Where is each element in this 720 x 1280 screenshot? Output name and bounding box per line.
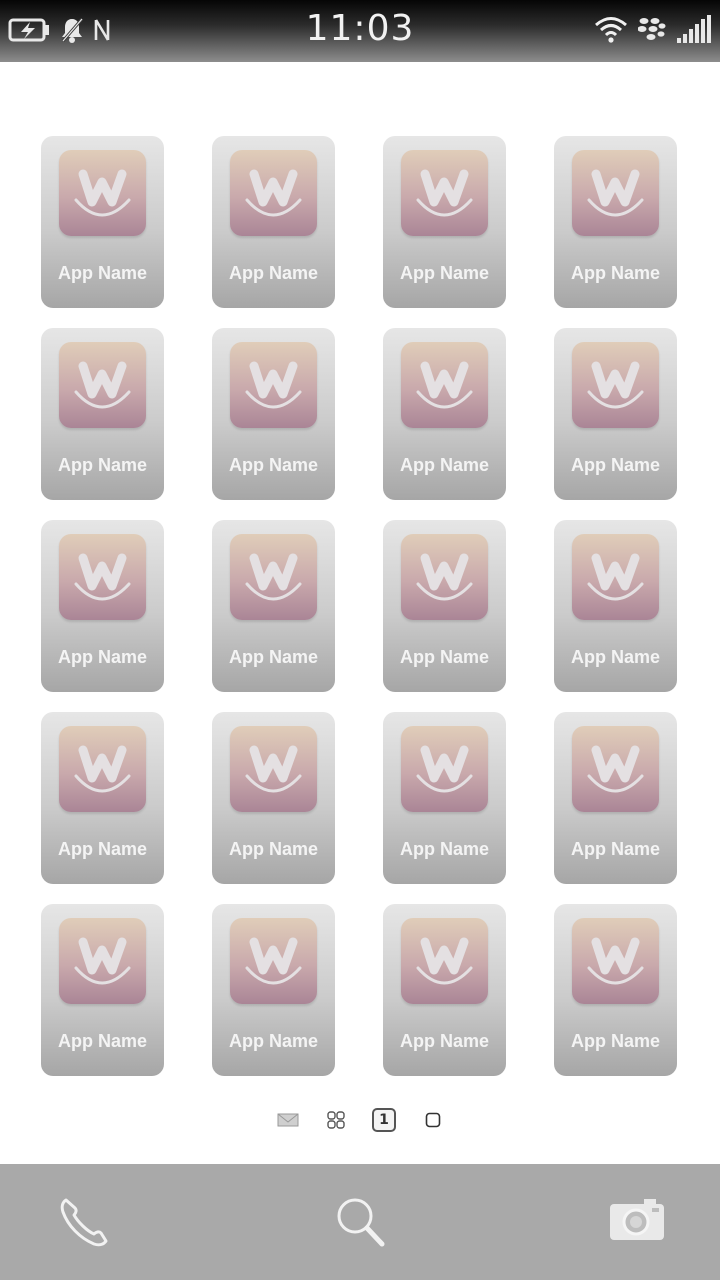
app-tile[interactable]: App Name xyxy=(383,520,506,692)
w-smile-app-icon xyxy=(59,150,146,236)
app-tile[interactable]: App Name xyxy=(212,136,335,308)
app-tile[interactable]: App Name xyxy=(554,904,677,1076)
page-1-indicator[interactable]: 1 xyxy=(371,1106,397,1134)
w-smile-app-icon xyxy=(230,150,317,236)
phone-icon[interactable] xyxy=(54,1192,118,1252)
w-smile-app-icon xyxy=(230,918,317,1004)
page-2-icon[interactable] xyxy=(422,1106,444,1134)
w-smile-app-icon xyxy=(230,534,317,620)
app-label: App Name xyxy=(399,647,489,667)
app-label: App Name xyxy=(399,455,489,475)
app-tile[interactable]: App Name xyxy=(383,904,506,1076)
w-smile-app-icon xyxy=(401,534,488,620)
app-tile[interactable]: App Name xyxy=(212,328,335,500)
bottom-dock xyxy=(0,1164,720,1280)
app-label: App Name xyxy=(399,263,489,283)
app-tile[interactable]: App Name xyxy=(41,136,164,308)
w-smile-app-icon xyxy=(401,150,488,236)
app-tile[interactable]: App Name xyxy=(212,904,335,1076)
w-smile-app-icon xyxy=(401,342,488,428)
page-indicator: 1 xyxy=(0,1106,720,1134)
w-smile-app-icon xyxy=(59,918,146,1004)
app-label: App Name xyxy=(570,647,660,667)
app-label: App Name xyxy=(228,647,318,667)
app-label: App Name xyxy=(399,1031,489,1051)
w-smile-app-icon xyxy=(401,918,488,1004)
w-smile-app-icon xyxy=(401,726,488,812)
app-tile[interactable]: App Name xyxy=(554,712,677,884)
app-label: App Name xyxy=(570,839,660,859)
search-icon[interactable] xyxy=(328,1192,392,1252)
app-tile[interactable]: App Name xyxy=(212,520,335,692)
status-right-icons xyxy=(594,12,712,46)
app-tile[interactable]: App Name xyxy=(383,136,506,308)
app-label: App Name xyxy=(228,455,318,475)
w-smile-app-icon xyxy=(230,726,317,812)
w-smile-app-icon xyxy=(59,342,146,428)
app-label: App Name xyxy=(228,263,318,283)
current-page-number: 1 xyxy=(372,1108,396,1132)
app-label: App Name xyxy=(57,839,147,859)
blackberry-logo-icon xyxy=(638,16,666,42)
app-tile[interactable]: App Name xyxy=(41,520,164,692)
hub-mail-icon[interactable] xyxy=(276,1106,300,1134)
signal-bars-icon xyxy=(676,14,712,44)
app-tile[interactable]: App Name xyxy=(554,328,677,500)
app-tile[interactable]: App Name xyxy=(554,520,677,692)
app-tile[interactable]: App Name xyxy=(212,712,335,884)
app-tile[interactable]: App Name xyxy=(41,712,164,884)
w-smile-app-icon xyxy=(59,534,146,620)
app-label: App Name xyxy=(570,455,660,475)
camera-icon[interactable] xyxy=(606,1192,670,1252)
app-label: App Name xyxy=(228,1031,318,1051)
app-label: App Name xyxy=(57,263,147,283)
app-label: App Name xyxy=(570,1031,660,1051)
app-grid: App Name App Name App Name App Name App Name… xyxy=(41,136,677,1076)
w-smile-app-icon xyxy=(572,150,659,236)
app-tile[interactable]: App Name xyxy=(41,904,164,1076)
app-tile[interactable]: App Name xyxy=(554,136,677,308)
home-screen: 11:03 App Name App Name App Name App Nam… xyxy=(0,0,720,1280)
app-tile[interactable]: App Name xyxy=(383,712,506,884)
app-tile[interactable]: App Name xyxy=(41,328,164,500)
w-smile-app-icon xyxy=(59,726,146,812)
app-label: App Name xyxy=(228,839,318,859)
app-label: App Name xyxy=(57,1031,147,1051)
w-smile-app-icon xyxy=(572,534,659,620)
w-smile-app-icon xyxy=(230,342,317,428)
app-label: App Name xyxy=(57,647,147,667)
status-bar: 11:03 xyxy=(0,0,720,62)
w-smile-app-icon xyxy=(572,726,659,812)
w-smile-app-icon xyxy=(572,342,659,428)
w-smile-app-icon xyxy=(572,918,659,1004)
wifi-icon xyxy=(594,14,628,44)
app-tile[interactable]: App Name xyxy=(383,328,506,500)
app-label: App Name xyxy=(57,455,147,475)
app-label: App Name xyxy=(570,263,660,283)
app-label: App Name xyxy=(399,839,489,859)
active-frames-icon[interactable] xyxy=(324,1106,348,1134)
